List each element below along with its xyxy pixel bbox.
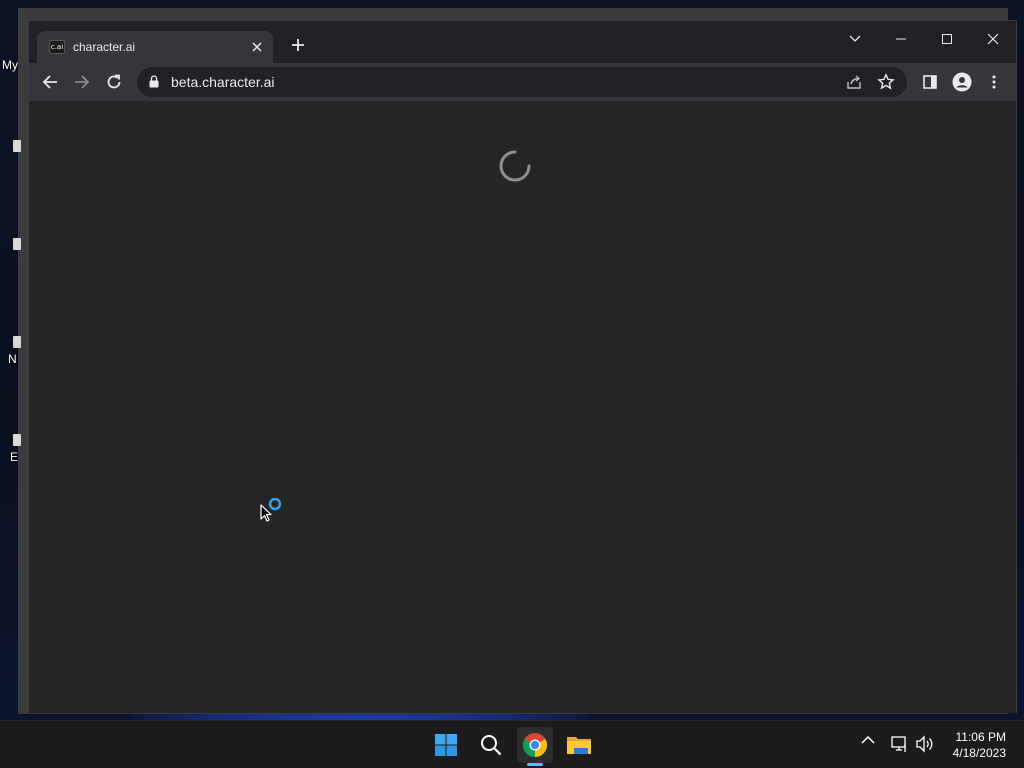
browser-window: c.ai character.ai beta.character.ai	[28, 20, 1017, 713]
file-explorer-icon	[567, 737, 591, 754]
plus-icon	[292, 39, 304, 51]
start-icon	[435, 734, 457, 756]
minimize-icon	[896, 38, 906, 40]
maximize-button[interactable]	[924, 25, 970, 53]
clock-time: 11:06 PM	[955, 730, 1006, 744]
arrow-left-icon	[42, 75, 57, 89]
active-app-indicator	[527, 763, 543, 766]
forward-button[interactable]	[68, 68, 96, 96]
chevron-down-icon	[849, 35, 861, 42]
side-panel-icon	[923, 75, 937, 89]
taskbar-file-explorer-button[interactable]	[561, 727, 597, 763]
close-icon	[252, 42, 262, 52]
search-icon	[481, 735, 502, 756]
busy-cursor-icon	[260, 498, 282, 522]
tab-strip: c.ai character.ai	[29, 21, 1016, 63]
arrow-right-icon	[75, 75, 90, 89]
taskbar-search-button[interactable]	[473, 727, 509, 763]
side-panel-button[interactable]	[916, 68, 944, 96]
site-favicon-icon: c.ai	[49, 40, 65, 54]
close-window-button[interactable]	[970, 25, 1016, 53]
maximize-icon	[942, 34, 952, 44]
taskbar: 11:06 PM 4/18/2023	[0, 720, 1024, 768]
desktop-icon[interactable]	[0, 434, 26, 446]
desktop-icon-label: E	[10, 450, 19, 464]
reload-icon	[107, 74, 121, 89]
browser-tab[interactable]: c.ai character.ai	[37, 31, 273, 63]
profile-button[interactable]	[948, 68, 976, 96]
start-button[interactable]	[428, 727, 464, 763]
address-bar[interactable]: beta.character.ai	[137, 67, 907, 97]
chrome-icon	[522, 733, 548, 757]
lock-icon[interactable]	[149, 75, 159, 88]
tab-search-button[interactable]	[832, 25, 878, 53]
volume-button[interactable]	[915, 735, 935, 753]
tab-title: character.ai	[73, 40, 136, 54]
share-icon[interactable]	[845, 73, 863, 91]
desktop-icon[interactable]	[0, 336, 26, 348]
network-button[interactable]	[891, 735, 909, 753]
chrome-menu-button[interactable]	[980, 68, 1008, 96]
desktop-icon-label: My	[2, 58, 18, 72]
desktop-icon[interactable]	[0, 238, 26, 250]
desktop-icon[interactable]	[0, 140, 26, 152]
browser-toolbar: beta.character.ai	[29, 63, 1016, 101]
loading-spinner-icon	[499, 150, 531, 182]
page-content[interactable]	[29, 101, 1016, 713]
back-button[interactable]	[36, 68, 64, 96]
url-text[interactable]: beta.character.ai	[171, 67, 275, 97]
network-icon	[891, 736, 906, 752]
profile-icon	[952, 72, 972, 92]
taskbar-chrome-button[interactable]	[517, 727, 553, 763]
taskbar-clock[interactable]: 11:06 PM 4/18/2023	[953, 729, 1006, 761]
clock-date: 4/18/2023	[952, 746, 1006, 760]
minimize-button[interactable]	[878, 25, 924, 53]
chevron-up-icon	[861, 735, 875, 744]
volume-icon	[916, 735, 933, 753]
reload-button[interactable]	[100, 68, 128, 96]
new-tab-button[interactable]	[287, 35, 309, 57]
bookmark-star-icon[interactable]	[877, 73, 895, 91]
close-icon	[987, 33, 999, 45]
show-hidden-icons-button[interactable]	[861, 735, 875, 745]
more-vertical-icon	[992, 75, 996, 89]
close-tab-button[interactable]	[247, 37, 267, 57]
desktop-icon-label: N	[8, 352, 17, 366]
